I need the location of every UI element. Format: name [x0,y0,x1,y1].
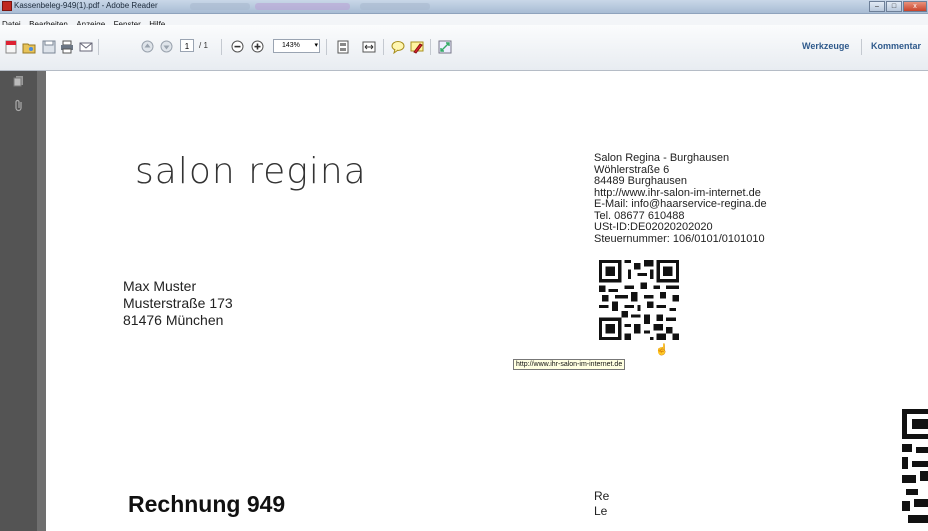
pages-icon[interactable] [12,75,26,89]
company-line: Steuernummer: 106/0101/0101010 [594,232,765,245]
close-button[interactable]: x [903,1,927,12]
window-title: Kassenbeleg-949(1).pdf - Adobe Reader [14,1,158,10]
title-bar: Kassenbeleg-949(1).pdf - Adobe Reader – … [0,0,928,14]
invoice-meta-line: Le [594,504,608,518]
background-tab [360,3,430,10]
navigation-panel [0,71,37,531]
company-line: Salon Regina - Burghausen [594,152,730,164]
invoice-meta-line: Re [594,489,610,503]
customer-line: 81476 München [123,312,224,328]
company-line: USt-ID:DE02020202020 [594,221,713,233]
document-area[interactable]: salon regina Salon Regina - Burghausen W… [37,71,928,531]
tools-link[interactable]: Werkzeuge [802,41,849,51]
fit-page-icon[interactable] [335,39,350,54]
toolbar: 1 / 1 143% ▾ Werkzeuge Kommentar [0,25,928,71]
customer-address: Max Muster Musterstraße 173 81476 Münche… [123,278,233,329]
zoom-out-icon[interactable] [230,39,245,54]
separator [430,39,431,55]
zoom-value: 143% [282,42,300,49]
page-number-input[interactable]: 1 [180,39,194,52]
print-icon[interactable] [59,39,74,54]
page-count: / 1 [199,41,208,50]
fullscreen-icon[interactable] [437,39,452,54]
company-line: 84489 Burghausen [594,175,687,187]
attachment-icon[interactable] [12,99,26,113]
previous-page-icon[interactable] [140,39,155,54]
zoom-select[interactable]: 143% ▾ [273,39,320,53]
salon-logo: salon regina [135,151,367,192]
create-pdf-icon[interactable] [3,39,18,54]
maximize-button[interactable]: □ [886,1,902,12]
separator [98,39,99,55]
highlight-icon[interactable] [409,39,424,54]
background-tab [190,3,250,10]
email-icon[interactable] [78,39,93,54]
mouse-cursor-icon: ☝ [655,344,669,356]
zoom-in-icon[interactable] [250,39,265,54]
next-page-icon[interactable] [159,39,174,54]
invoice-meta: Re Le [594,489,609,519]
customer-line: Max Muster [123,278,197,294]
adobe-reader-icon [2,1,12,11]
comment-link[interactable]: Kommentar [871,41,921,51]
open-icon[interactable] [21,39,36,54]
qr-code[interactable] [599,260,679,340]
invoice-title: Rechnung 949 [128,491,286,517]
chevron-down-icon: ▾ [314,42,318,49]
link-tooltip: http://www.ihr-salon-im-internet.de [513,359,626,370]
background-tab [255,3,350,10]
fit-width-icon[interactable] [361,39,376,54]
separator [221,39,222,55]
save-icon[interactable] [41,39,56,54]
company-address: Salon Regina - Burghausen Wöhlerstraße 6… [594,152,767,245]
company-line: E-Mail: info@haarservice-regina.de [594,198,767,210]
menu-bar: Datei Bearbeiten Anzeige Fenster Hilfe [0,14,928,29]
minimize-button[interactable]: – [869,1,885,12]
separator [861,39,862,55]
qr-code-partial [898,409,928,531]
separator [383,39,384,55]
customer-line: Musterstraße 173 [123,295,233,311]
comment-icon[interactable] [390,39,405,54]
pdf-page: salon regina Salon Regina - Burghausen W… [46,71,928,531]
separator [326,39,327,55]
